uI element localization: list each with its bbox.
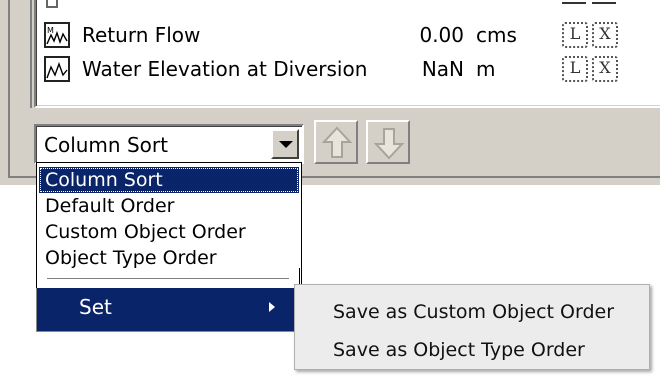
menu-item-label: Set	[79, 295, 112, 319]
set-submenu: Save as Custom Object Order Save as Obje…	[294, 284, 650, 370]
slot-name: Return Flow	[82, 23, 201, 47]
slot-value: 0.00	[419, 23, 464, 47]
arrow-up-icon	[322, 126, 352, 158]
sort-combobox[interactable]: Column Sort	[34, 124, 304, 164]
link-button[interactable]: L	[562, 22, 588, 48]
slot-list[interactable]: M Return Flow 0.00 cms L X Water Elevati…	[34, 0, 660, 108]
slot-panel: M Return Flow 0.00 cms L X Water Elevati…	[0, 0, 660, 185]
menu-header	[36, 268, 300, 288]
arrow-down-icon	[374, 128, 404, 160]
list-item[interactable]: M Return Flow 0.00 cms L X	[44, 20, 660, 50]
sort-combobox-value: Column Sort	[44, 133, 168, 157]
series-slot-icon: M	[44, 22, 70, 48]
remove-button[interactable]: X	[592, 56, 618, 82]
move-down-button[interactable]	[366, 120, 410, 164]
divider	[592, 2, 616, 4]
slot-value: NaN	[421, 57, 464, 81]
remove-button[interactable]: X	[592, 22, 618, 48]
list-item[interactable]: Water Elevation at Diversion NaN m L X	[44, 54, 660, 84]
menu-separator	[47, 278, 289, 279]
link-button[interactable]: L	[562, 56, 588, 82]
menu-item-save-custom-object-order[interactable]: Save as Custom Object Order	[333, 297, 614, 327]
series-slot-icon	[44, 56, 70, 82]
divider	[562, 2, 586, 4]
sort-option-column-sort[interactable]: Column Sort	[39, 167, 299, 193]
panel-border	[30, 0, 32, 108]
move-up-button[interactable]	[314, 120, 358, 164]
menu-item-save-object-type-order[interactable]: Save as Object Type Order	[333, 335, 585, 365]
slot-name: Water Elevation at Diversion	[82, 57, 368, 81]
slot-unit: cms	[476, 23, 517, 47]
dropdown-arrow-button[interactable]	[271, 129, 299, 159]
submenu-arrow-icon	[269, 302, 275, 312]
sort-option-default-order[interactable]: Default Order	[39, 193, 299, 219]
slot-icon	[46, 0, 58, 8]
panel-border	[8, 0, 10, 178]
slot-unit: m	[476, 57, 496, 81]
menu-item-set[interactable]: Set	[43, 291, 293, 323]
sort-option-custom-object-order[interactable]: Custom Object Order	[39, 219, 299, 245]
svg-text:M: M	[47, 26, 54, 35]
